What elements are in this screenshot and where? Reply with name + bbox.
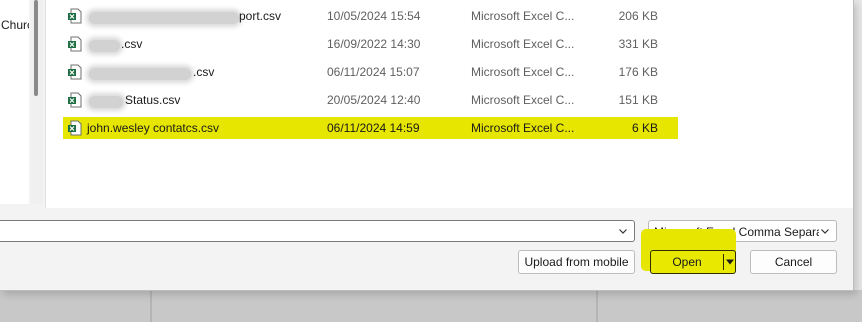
file-name-text: .csv (121, 37, 143, 51)
excel-csv-icon (68, 36, 82, 52)
file-date: 16/09/2022 14:30 (327, 37, 421, 51)
file-size: 206 KB (618, 9, 658, 23)
cancel-button[interactable]: Cancel (750, 250, 837, 274)
file-name-input[interactable] (0, 220, 635, 242)
file-name-text: Status.csv (125, 93, 181, 107)
file-name-text: .csv (193, 65, 215, 79)
excel-csv-icon (68, 64, 82, 80)
file-list: port.csv 10/05/2024 15:54 Microsoft Exce… (45, 0, 786, 208)
file-row[interactable]: .csv 16/09/2022 14:30 Microsoft Excel C.… (64, 32, 676, 56)
open-file-dialog: Churc port.csv 10/05/2024 15:54 Microsof… (0, 0, 854, 291)
background-window (0, 290, 862, 322)
file-date: 06/11/2024 14:59 (327, 121, 420, 135)
file-name[interactable]: john.wesley contatcs.csv (87, 121, 302, 135)
navigation-pane[interactable]: Churc (0, 0, 29, 204)
redaction-blur (89, 68, 191, 80)
file-date: 20/05/2024 12:40 (327, 93, 421, 107)
file-date: 06/11/2024 15:07 (327, 65, 420, 79)
file-size: 176 KB (618, 65, 658, 79)
file-row-selected[interactable]: john.wesley contatcs.csv 06/11/2024 14:5… (63, 116, 678, 140)
file-date: 10/05/2024 15:54 (327, 9, 421, 23)
file-row[interactable]: Status.csv 20/05/2024 12:40 Microsoft Ex… (64, 88, 676, 112)
open-button-label[interactable]: Open (651, 251, 723, 273)
file-name-text: port.csv (239, 9, 282, 23)
redaction-blur (89, 40, 120, 52)
file-size: 151 KB (618, 93, 658, 107)
file-type: Microsoft Excel C... (471, 37, 575, 51)
background-divider (596, 290, 598, 322)
file-row[interactable]: .csv 06/11/2024 15:07 Microsoft Excel C.… (64, 60, 676, 84)
scrollbar-thumb[interactable] (34, 0, 38, 96)
navigation-scrollbar[interactable] (31, 0, 43, 204)
upload-from-mobile-button[interactable]: Upload from mobile (518, 250, 635, 274)
redaction-blur (89, 12, 239, 24)
open-button[interactable]: Open (650, 250, 736, 274)
file-size: 331 KB (618, 37, 658, 51)
redaction-blur (89, 96, 123, 108)
excel-csv-icon (68, 120, 82, 136)
file-size: 6 KB (631, 121, 658, 135)
file-type: Microsoft Excel C... (471, 93, 575, 107)
file-list-gutter (785, 0, 853, 208)
caret-down-icon[interactable] (726, 258, 734, 266)
file-type: Microsoft Excel C... (471, 65, 575, 79)
chevron-down-icon (821, 229, 829, 234)
file-type: Microsoft Excel C... (471, 9, 575, 23)
file-type: Microsoft Excel C... (471, 121, 575, 135)
chevron-down-icon[interactable] (618, 226, 628, 236)
file-row[interactable]: port.csv 10/05/2024 15:54 Microsoft Exce… (64, 4, 676, 28)
nav-item-label[interactable]: Churc (1, 18, 29, 32)
background-divider (150, 290, 152, 322)
excel-csv-icon (68, 92, 82, 108)
excel-csv-icon (68, 8, 82, 24)
split-divider (723, 254, 724, 270)
